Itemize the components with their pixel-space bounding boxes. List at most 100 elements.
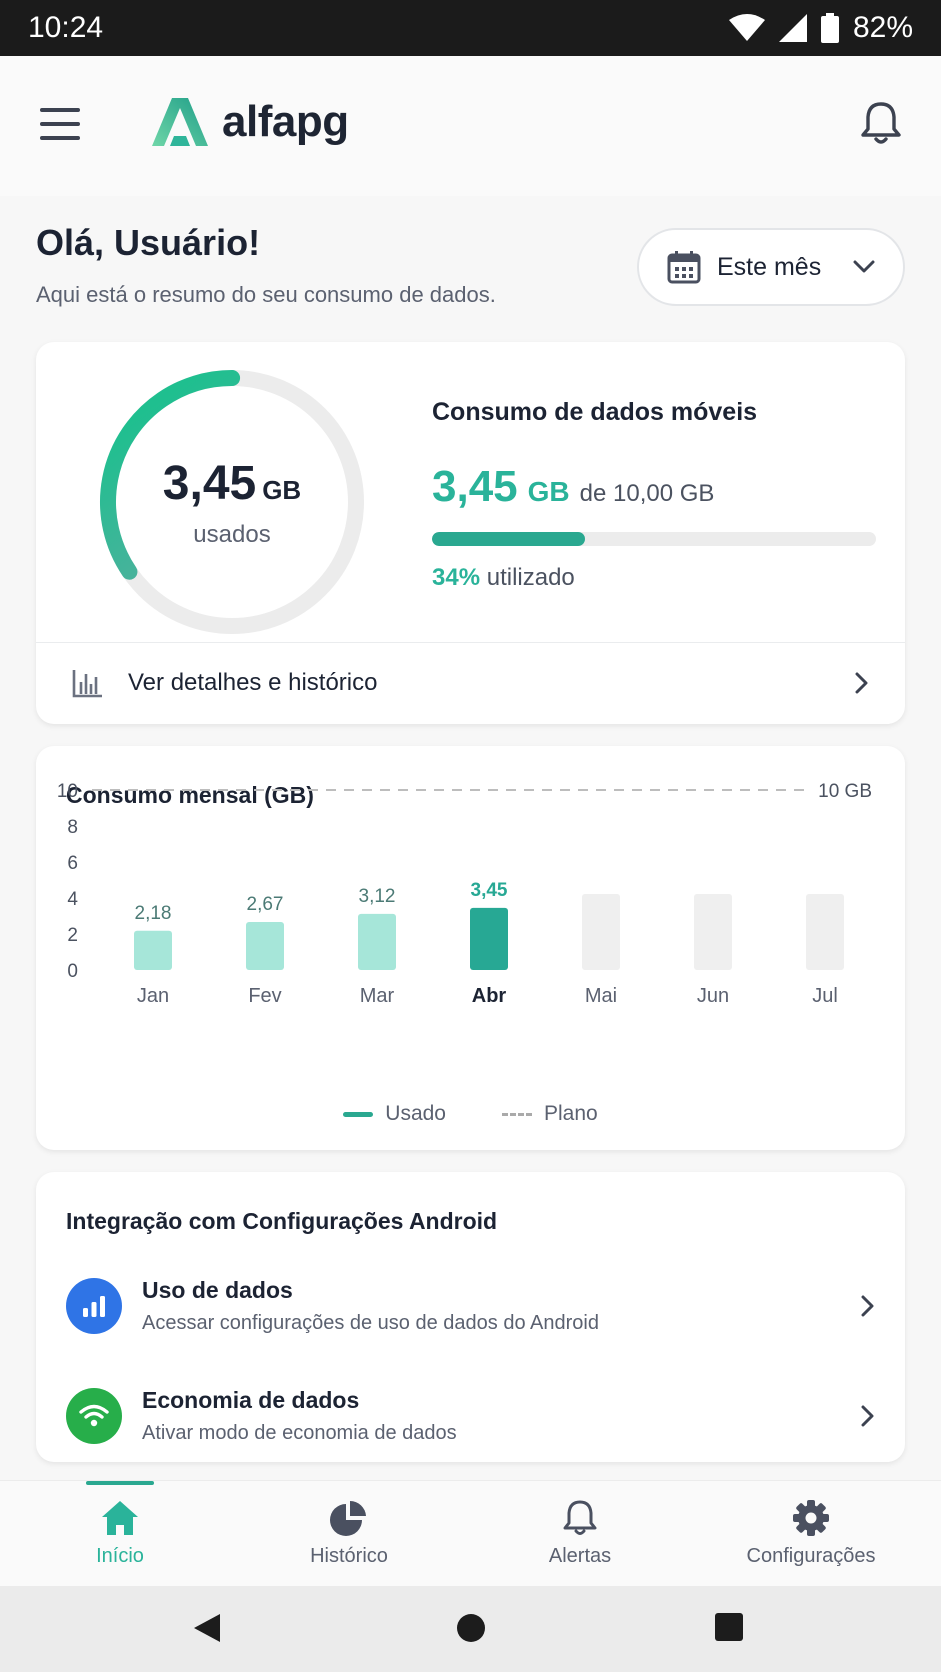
home-button-icon[interactable] — [455, 1612, 487, 1644]
details-label: Ver detalhes e histórico — [128, 669, 378, 696]
percent-label: utilizado — [486, 564, 575, 591]
legend-used-label: Usado — [385, 1102, 446, 1125]
usage-progress-fill — [432, 532, 586, 546]
pie-chart-icon — [330, 1501, 366, 1536]
ring-unit: GB — [262, 474, 302, 505]
chevron-right-icon — [861, 1295, 874, 1317]
details-history-link[interactable]: Ver detalhes e histórico — [36, 643, 905, 723]
y-tick-label: 2 — [67, 925, 78, 946]
bell-icon — [861, 102, 901, 144]
nav-history[interactable]: Histórico — [249, 1499, 449, 1568]
y-tick-label: 8 — [67, 817, 78, 838]
data-saver-icon-bg — [66, 1388, 122, 1444]
battery-icon — [820, 13, 839, 43]
data-usage-title: Uso de dados — [142, 1277, 293, 1303]
usage-amount: 3,45 GB de 10,00 GB — [432, 462, 714, 512]
y-tick-label: 10 — [57, 781, 78, 802]
legend-plan: Plano — [501, 1102, 598, 1126]
chevron-right-icon — [855, 672, 868, 694]
data-saver-desc: Ativar modo de economia de dados — [142, 1422, 457, 1444]
bar-fev — [246, 921, 284, 970]
x-tick-label: Jul — [812, 985, 838, 1007]
android-integration-card: Integração com Configurações Android Uso… — [36, 1172, 905, 1462]
data-usage-text: Uso de dados Acessar configurações de us… — [142, 1277, 599, 1335]
bar-jan — [134, 930, 172, 970]
usage-card: 3,45 GB usados Consumo de dados móveis 3,… — [36, 342, 905, 724]
wifi-icon — [79, 1404, 109, 1427]
ring-value-line: 3,45 GB — [163, 456, 301, 511]
logo-icon — [152, 98, 208, 146]
chart-legend: Usado Plano — [36, 1102, 905, 1126]
nav-home[interactable]: Início — [20, 1499, 220, 1568]
home-icon — [102, 1501, 138, 1535]
menu-button[interactable] — [40, 108, 82, 142]
legend-used-swatch — [343, 1111, 374, 1117]
status-bar: 10:24 82% — [0, 0, 941, 56]
monthly-chart: 0 2 4 6 8 10 10 GB 2,18 Jan 2,67 Fev 3,12 Mar 3,45 Abr… — [57, 781, 872, 1007]
bar-chart-icon — [83, 1296, 105, 1317]
bar-value-label: 2,18 — [135, 903, 172, 924]
total-value: de 10,00 GB — [579, 480, 715, 507]
monthly-chart-card: Consumo mensal (GB) 0 2 4 6 8 10 10 GB 2,18 Jan 2… — [36, 746, 905, 1150]
y-tick-label: 4 — [67, 889, 78, 910]
data-usage-item[interactable]: Uso de dados Acessar configurações de us… — [36, 1258, 905, 1354]
y-tick-label: 6 — [67, 853, 78, 874]
ring-value: 3,45 — [162, 456, 257, 510]
brand-name: alfapg — [222, 97, 349, 146]
data-saver-item[interactable]: Economia de dados Ativar modo de economi… — [36, 1368, 905, 1464]
status-icons: 82% — [728, 11, 913, 45]
bar-value-label: 3,45 — [471, 880, 508, 901]
legend-used: Usado — [343, 1102, 446, 1126]
bar-chart-outline-icon — [72, 670, 102, 698]
data-saver-text: Economia de dados Ativar modo de economi… — [142, 1387, 457, 1445]
recents-icon[interactable] — [714, 1612, 744, 1642]
nav-home-label: Início — [96, 1545, 144, 1567]
x-tick-label: Mai — [585, 985, 617, 1007]
calendar-icon — [667, 251, 701, 284]
y-tick-label: 0 — [67, 961, 78, 982]
back-icon[interactable] — [192, 1612, 222, 1644]
data-usage-desc: Acessar configurações de uso de dados do… — [142, 1312, 599, 1334]
data-usage-icon-bg — [66, 1278, 122, 1334]
x-tick-label: Fev — [248, 985, 281, 1007]
wifi-status-icon — [728, 14, 765, 41]
nav-settings[interactable]: Configurações — [711, 1499, 911, 1568]
greeting-subtitle: Aqui está o resumo do seu consumo de dad… — [36, 282, 496, 307]
greeting: Olá, Usuário! Aqui está o resumo do seu … — [36, 222, 496, 308]
bottom-navigation: Início Histórico Alertas Configurações — [0, 1480, 941, 1586]
x-tick-label: Mar — [360, 985, 395, 1007]
gear-icon — [793, 1500, 829, 1536]
x-tick-label: Abr — [472, 985, 507, 1007]
bar-value-label: 3,12 — [359, 886, 396, 907]
chevron-right-icon — [861, 1405, 874, 1427]
nav-alerts[interactable]: Alertas — [480, 1499, 680, 1568]
signal-icon — [778, 14, 807, 42]
period-selector[interactable]: Este mês — [637, 228, 905, 306]
bar-jun — [694, 894, 732, 970]
plan-line-label: 10 GB — [818, 781, 872, 802]
x-tick-label: Jun — [697, 985, 729, 1007]
bar-mai — [582, 894, 620, 970]
system-navigation-bar — [0, 1586, 941, 1672]
usage-percent: 34% utilizado — [432, 564, 575, 592]
bar-abr — [470, 907, 508, 970]
app-bar: alfapg — [0, 56, 941, 196]
nav-alerts-label: Alertas — [548, 1545, 612, 1567]
period-label: Este mês — [717, 252, 822, 281]
greeting-title: Olá, Usuário! — [36, 222, 261, 263]
bar-jul — [806, 894, 844, 970]
usage-title: Consumo de dados móveis — [432, 398, 758, 426]
bell-icon — [563, 1500, 597, 1535]
x-tick-label: Jan — [137, 985, 169, 1007]
data-saver-title: Economia de dados — [142, 1387, 360, 1413]
chevron-down-icon — [853, 260, 875, 273]
nav-settings-label: Configurações — [746, 1545, 876, 1567]
ring-label: usados — [193, 520, 271, 548]
used-value: 3,45 — [432, 462, 518, 511]
brand-logo: alfapg — [152, 96, 349, 148]
used-unit: GB — [527, 476, 570, 507]
status-time: 10:24 — [28, 11, 104, 44]
legend-plan-label: Plano — [543, 1102, 598, 1125]
notifications-button[interactable] — [861, 101, 901, 150]
percent-value: 34% — [432, 564, 481, 591]
